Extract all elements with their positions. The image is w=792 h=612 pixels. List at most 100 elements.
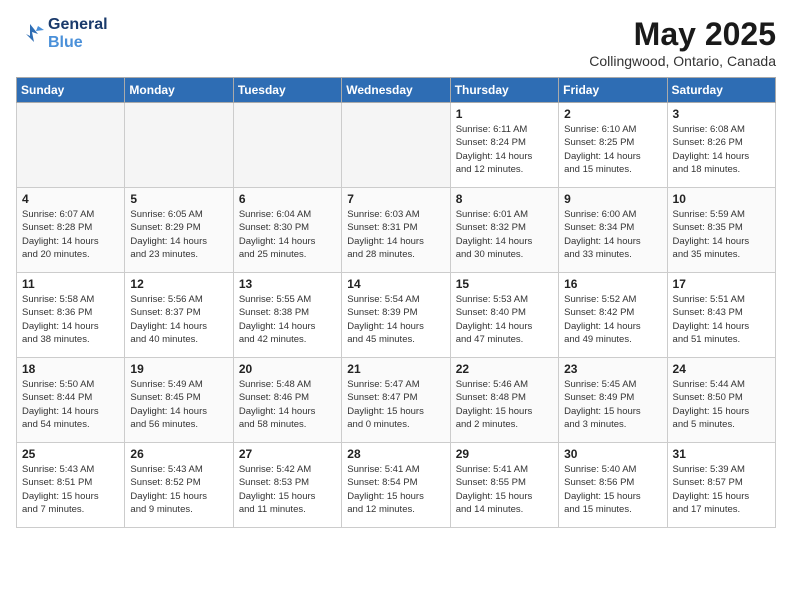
calendar-header: SundayMondayTuesdayWednesdayThursdayFrid… <box>17 78 776 103</box>
day-number: 29 <box>456 447 553 461</box>
header-day: Friday <box>559 78 667 103</box>
day-number: 1 <box>456 107 553 121</box>
calendar-day-cell: 27 Sunrise: 5:42 AM Sunset: 8:53 PM Dayli… <box>233 443 341 528</box>
calendar-day-cell: 1Sunrise: 6:11 AM Sunset: 8:24 PM Daylig… <box>450 103 558 188</box>
day-number: 18 <box>22 362 119 376</box>
calendar-day-cell: 8 Sunrise: 6:01 AM Sunset: 8:32 PM Daylig… <box>450 188 558 273</box>
day-number: 15 <box>456 277 553 291</box>
day-info: Sunrise: 5:43 AM Sunset: 8:52 PM Dayligh… <box>130 463 227 516</box>
day-number: 21 <box>347 362 444 376</box>
calendar-day-cell: 16 Sunrise: 5:52 AM Sunset: 8:42 PM Dayli… <box>559 273 667 358</box>
calendar-day-cell: 25 Sunrise: 5:43 AM Sunset: 8:51 PM Dayli… <box>17 443 125 528</box>
day-number: 11 <box>22 277 119 291</box>
day-info: Sunrise: 6:01 AM Sunset: 8:32 PM Dayligh… <box>456 208 553 261</box>
calendar-day-cell: 28Sunrise: 5:41 AM Sunset: 8:54 PM Dayli… <box>342 443 450 528</box>
location: Collingwood, Ontario, Canada <box>589 53 776 69</box>
calendar-day-cell: 10 Sunrise: 5:59 AM Sunset: 8:35 PM Dayli… <box>667 188 775 273</box>
calendar-body: 1Sunrise: 6:11 AM Sunset: 8:24 PM Daylig… <box>17 103 776 528</box>
calendar-day-cell <box>233 103 341 188</box>
day-info: Sunrise: 5:49 AM Sunset: 8:45 PM Dayligh… <box>130 378 227 431</box>
calendar-day-cell: 6 Sunrise: 6:04 AM Sunset: 8:30 PM Daylig… <box>233 188 341 273</box>
day-info: Sunrise: 6:10 AM Sunset: 8:25 PM Dayligh… <box>564 123 661 176</box>
day-info: Sunrise: 6:00 AM Sunset: 8:34 PM Dayligh… <box>564 208 661 261</box>
day-number: 3 <box>673 107 770 121</box>
header-day: Tuesday <box>233 78 341 103</box>
calendar-day-cell: 7 Sunrise: 6:03 AM Sunset: 8:31 PM Daylig… <box>342 188 450 273</box>
day-info: Sunrise: 5:50 AM Sunset: 8:44 PM Dayligh… <box>22 378 119 431</box>
page-header: General Blue May 2025 Collingwood, Ontar… <box>16 16 776 69</box>
day-number: 16 <box>564 277 661 291</box>
calendar-day-cell: 14Sunrise: 5:54 AM Sunset: 8:39 PM Dayli… <box>342 273 450 358</box>
day-info: Sunrise: 5:55 AM Sunset: 8:38 PM Dayligh… <box>239 293 336 346</box>
calendar-day-cell: 29 Sunrise: 5:41 AM Sunset: 8:55 PM Dayli… <box>450 443 558 528</box>
day-number: 26 <box>130 447 227 461</box>
day-info: Sunrise: 5:58 AM Sunset: 8:36 PM Dayligh… <box>22 293 119 346</box>
day-number: 9 <box>564 192 661 206</box>
day-info: Sunrise: 5:42 AM Sunset: 8:53 PM Dayligh… <box>239 463 336 516</box>
day-info: Sunrise: 5:53 AM Sunset: 8:40 PM Dayligh… <box>456 293 553 346</box>
logo-text: General Blue <box>48 16 108 51</box>
calendar-day-cell: 20Sunrise: 5:48 AM Sunset: 8:46 PM Dayli… <box>233 358 341 443</box>
day-number: 10 <box>673 192 770 206</box>
header-day: Monday <box>125 78 233 103</box>
day-info: Sunrise: 6:05 AM Sunset: 8:29 PM Dayligh… <box>130 208 227 261</box>
month-title: May 2025 <box>589 16 776 53</box>
day-info: Sunrise: 5:43 AM Sunset: 8:51 PM Dayligh… <box>22 463 119 516</box>
day-info: Sunrise: 5:47 AM Sunset: 8:47 PM Dayligh… <box>347 378 444 431</box>
calendar-day-cell: 31 Sunrise: 5:39 AM Sunset: 8:57 PM Dayli… <box>667 443 775 528</box>
calendar-week-row: 25 Sunrise: 5:43 AM Sunset: 8:51 PM Dayli… <box>17 443 776 528</box>
calendar-day-cell <box>342 103 450 188</box>
day-info: Sunrise: 5:56 AM Sunset: 8:37 PM Dayligh… <box>130 293 227 346</box>
day-number: 30 <box>564 447 661 461</box>
day-number: 8 <box>456 192 553 206</box>
calendar-day-cell: 24Sunrise: 5:44 AM Sunset: 8:50 PM Dayli… <box>667 358 775 443</box>
day-number: 14 <box>347 277 444 291</box>
day-info: Sunrise: 5:45 AM Sunset: 8:49 PM Dayligh… <box>564 378 661 431</box>
calendar-day-cell: 15 Sunrise: 5:53 AM Sunset: 8:40 PM Dayli… <box>450 273 558 358</box>
day-info: Sunrise: 5:46 AM Sunset: 8:48 PM Dayligh… <box>456 378 553 431</box>
day-info: Sunrise: 6:07 AM Sunset: 8:28 PM Dayligh… <box>22 208 119 261</box>
calendar-day-cell <box>125 103 233 188</box>
calendar-day-cell: 21 Sunrise: 5:47 AM Sunset: 8:47 PM Dayli… <box>342 358 450 443</box>
day-number: 7 <box>347 192 444 206</box>
calendar-day-cell: 3 Sunrise: 6:08 AM Sunset: 8:26 PM Daylig… <box>667 103 775 188</box>
day-number: 23 <box>564 362 661 376</box>
day-info: Sunrise: 6:04 AM Sunset: 8:30 PM Dayligh… <box>239 208 336 261</box>
day-number: 31 <box>673 447 770 461</box>
day-info: Sunrise: 5:40 AM Sunset: 8:56 PM Dayligh… <box>564 463 661 516</box>
header-day: Thursday <box>450 78 558 103</box>
calendar-day-cell: 9 Sunrise: 6:00 AM Sunset: 8:34 PM Daylig… <box>559 188 667 273</box>
calendar-day-cell: 19 Sunrise: 5:49 AM Sunset: 8:45 PM Dayli… <box>125 358 233 443</box>
day-info: Sunrise: 5:39 AM Sunset: 8:57 PM Dayligh… <box>673 463 770 516</box>
day-info: Sunrise: 5:51 AM Sunset: 8:43 PM Dayligh… <box>673 293 770 346</box>
day-number: 12 <box>130 277 227 291</box>
day-info: Sunrise: 6:08 AM Sunset: 8:26 PM Dayligh… <box>673 123 770 176</box>
day-number: 19 <box>130 362 227 376</box>
day-info: Sunrise: 5:41 AM Sunset: 8:55 PM Dayligh… <box>456 463 553 516</box>
calendar-day-cell: 23 Sunrise: 5:45 AM Sunset: 8:49 PM Dayli… <box>559 358 667 443</box>
day-number: 22 <box>456 362 553 376</box>
day-info: Sunrise: 6:03 AM Sunset: 8:31 PM Dayligh… <box>347 208 444 261</box>
day-number: 28 <box>347 447 444 461</box>
calendar-day-cell: 30 Sunrise: 5:40 AM Sunset: 8:56 PM Dayli… <box>559 443 667 528</box>
calendar-day-cell: 11 Sunrise: 5:58 AM Sunset: 8:36 PM Dayli… <box>17 273 125 358</box>
calendar-day-cell: 17Sunrise: 5:51 AM Sunset: 8:43 PM Dayli… <box>667 273 775 358</box>
calendar-day-cell: 22 Sunrise: 5:46 AM Sunset: 8:48 PM Dayli… <box>450 358 558 443</box>
day-number: 2 <box>564 107 661 121</box>
calendar-week-row: 11 Sunrise: 5:58 AM Sunset: 8:36 PM Dayli… <box>17 273 776 358</box>
day-info: Sunrise: 5:52 AM Sunset: 8:42 PM Dayligh… <box>564 293 661 346</box>
header-day: Sunday <box>17 78 125 103</box>
day-number: 6 <box>239 192 336 206</box>
day-info: Sunrise: 5:59 AM Sunset: 8:35 PM Dayligh… <box>673 208 770 261</box>
day-number: 24 <box>673 362 770 376</box>
calendar-week-row: 1Sunrise: 6:11 AM Sunset: 8:24 PM Daylig… <box>17 103 776 188</box>
calendar-table: SundayMondayTuesdayWednesdayThursdayFrid… <box>16 77 776 528</box>
calendar-day-cell: 2 Sunrise: 6:10 AM Sunset: 8:25 PM Daylig… <box>559 103 667 188</box>
day-number: 25 <box>22 447 119 461</box>
day-number: 4 <box>22 192 119 206</box>
logo: General Blue <box>16 16 108 51</box>
header-row: SundayMondayTuesdayWednesdayThursdayFrid… <box>17 78 776 103</box>
day-number: 27 <box>239 447 336 461</box>
day-number: 13 <box>239 277 336 291</box>
calendar-day-cell: 4 Sunrise: 6:07 AM Sunset: 8:28 PM Daylig… <box>17 188 125 273</box>
